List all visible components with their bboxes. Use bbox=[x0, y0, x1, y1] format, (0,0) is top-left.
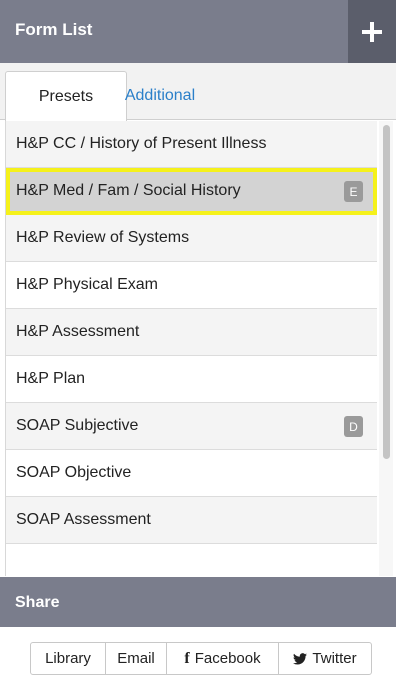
twitter-button[interactable]: Twitter bbox=[279, 643, 371, 674]
list-item[interactable]: SOAP Assessment bbox=[6, 497, 377, 544]
status-badge: E bbox=[344, 181, 363, 202]
form-list-header: Form List bbox=[0, 0, 396, 63]
list-item[interactable]: H&P Plan bbox=[6, 356, 377, 403]
list-item-label: H&P Med / Fam / Social History bbox=[16, 182, 241, 199]
facebook-button[interactable]: f Facebook bbox=[167, 643, 279, 674]
list-item[interactable]: H&P Assessment bbox=[6, 309, 377, 356]
list-item-label: H&P Review of Systems bbox=[16, 229, 190, 246]
form-list-panel: Form List Presets Additional H&P CC / Hi… bbox=[0, 0, 396, 688]
share-title: Share bbox=[15, 594, 60, 611]
twitter-icon bbox=[293, 652, 308, 665]
library-button-label: Library bbox=[45, 650, 91, 667]
list-item[interactable]: H&P Physical Exam bbox=[6, 262, 377, 309]
list-item-label: H&P CC / History of Present Illness bbox=[16, 135, 267, 152]
plus-icon bbox=[362, 21, 382, 42]
tab-bar: Presets Additional bbox=[0, 63, 396, 121]
share-row: Library Email f Facebook Twitter bbox=[0, 627, 396, 688]
scrollbar-thumb[interactable] bbox=[383, 125, 390, 459]
twitter-button-label: Twitter bbox=[312, 650, 357, 667]
list-item-label: SOAP Assessment bbox=[16, 511, 151, 528]
tab-additional[interactable]: Additional bbox=[98, 71, 222, 120]
list-item-label: H&P Assessment bbox=[16, 323, 140, 340]
list-scrollbar[interactable] bbox=[379, 121, 393, 576]
form-list: H&P CC / History of Present Illness H&P … bbox=[5, 121, 377, 576]
list-item[interactable]: H&P Review of Systems bbox=[6, 215, 377, 262]
list-item-label: SOAP Subjective bbox=[16, 417, 139, 434]
form-list-title: Form List bbox=[15, 20, 93, 39]
list-item-label: H&P Physical Exam bbox=[16, 276, 158, 293]
status-badge: D bbox=[344, 416, 363, 437]
list-item-label: SOAP Objective bbox=[16, 464, 132, 481]
email-button-label: Email bbox=[117, 650, 155, 667]
add-form-button[interactable] bbox=[348, 0, 396, 63]
list-item[interactable]: H&P CC / History of Present Illness bbox=[6, 121, 377, 168]
list-item-label: H&P Plan bbox=[16, 370, 86, 387]
email-button[interactable]: Email bbox=[106, 643, 167, 674]
share-button-group: Library Email f Facebook Twitter bbox=[30, 642, 372, 675]
list-item-selected[interactable]: H&P Med / Fam / Social History E bbox=[6, 168, 377, 215]
list-item[interactable]: SOAP Objective bbox=[6, 450, 377, 497]
facebook-button-label: Facebook bbox=[194, 650, 261, 667]
library-button[interactable]: Library bbox=[31, 643, 106, 674]
list-item[interactable] bbox=[6, 544, 377, 576]
list-item[interactable]: SOAP Subjective D bbox=[6, 403, 377, 450]
share-header: Share bbox=[0, 577, 396, 627]
facebook-icon: f bbox=[184, 649, 190, 667]
